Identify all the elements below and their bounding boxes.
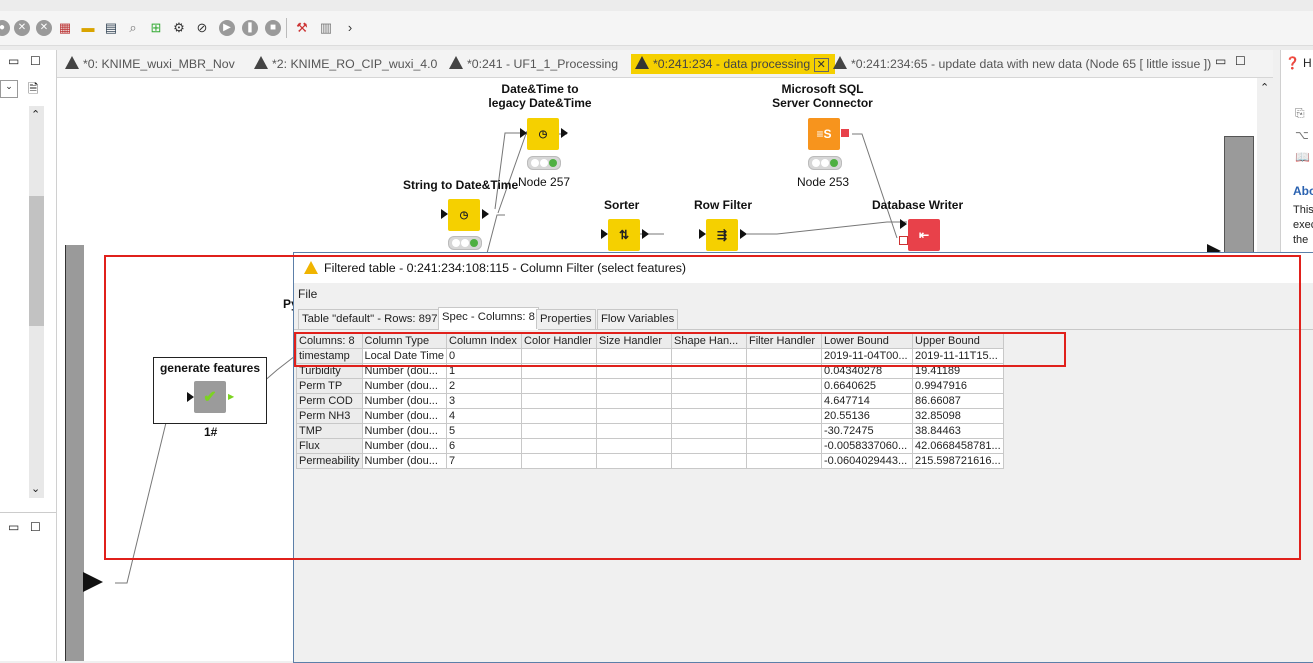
- reset-table-icon[interactable]: ▦: [57, 20, 73, 36]
- metanode-bar: [65, 245, 84, 661]
- tab-data-processing[interactable]: *0:241:234 - data processing ✕: [631, 54, 835, 74]
- about-heading: Abo: [1293, 184, 1313, 198]
- table-view-icon[interactable]: ▤: [103, 20, 119, 36]
- node-title-str-to-dt: String to Date&Time: [403, 178, 519, 192]
- node-row-filter[interactable]: ⇶: [706, 219, 738, 251]
- sort-icon: ⇅: [618, 228, 630, 242]
- maximize-icon-2[interactable]: ☐: [30, 520, 41, 534]
- node-mssql[interactable]: ≡S: [808, 118, 840, 150]
- about-text: This exec the: [1293, 204, 1313, 246]
- configure-icon[interactable]: ⚒: [294, 20, 310, 36]
- warning-icon: [635, 56, 649, 69]
- warning-icon: [833, 56, 847, 69]
- pause-icon[interactable]: ❚: [242, 20, 258, 36]
- step-icon[interactable]: ▶: [219, 20, 235, 36]
- dropdown-chevron-icon[interactable]: ⌄: [0, 80, 18, 98]
- out-port[interactable]: [561, 128, 568, 138]
- chevron-right-icon[interactable]: ›: [342, 20, 358, 36]
- node-name-257: Node 257: [518, 175, 571, 189]
- conn-str-to-legacy: [497, 130, 528, 214]
- show-node-id-icon[interactable]: ⚙: [171, 20, 187, 36]
- highlight-box-row: [294, 332, 1066, 367]
- hierarchy-icon[interactable]: ⌥: [1295, 128, 1309, 142]
- conn-filter-to-writer: [747, 221, 907, 235]
- tab-ro-cip[interactable]: *2: KNIME_RO_CIP_wuxi_4.0: [254, 54, 437, 74]
- maximize-icon[interactable]: ☐: [30, 54, 41, 68]
- scroll-thumb[interactable]: [29, 196, 44, 326]
- in-port[interactable]: [699, 229, 706, 239]
- scroll-up-icon[interactable]: ⌃: [31, 108, 40, 121]
- help-label: H: [1303, 56, 1312, 70]
- cancel-icon[interactable]: ✕: [36, 20, 52, 36]
- tab-update-data[interactable]: *0:241:234:65 - update data with new dat…: [833, 54, 1211, 74]
- node-sorter[interactable]: ⇅: [608, 219, 640, 251]
- status-lights: [808, 156, 842, 170]
- scroll-up-icon[interactable]: ⌃: [1260, 81, 1269, 94]
- node-title-sorter: Sorter: [604, 198, 640, 212]
- out-port[interactable]: [482, 209, 489, 219]
- db-in-port[interactable]: [899, 236, 908, 245]
- scroll-down-icon[interactable]: ⌄: [31, 482, 40, 495]
- tab-uf1-processing[interactable]: *0:241 - UF1_1_Processing: [449, 54, 618, 74]
- status-lights: [527, 156, 561, 170]
- out-port-large[interactable]: [83, 572, 103, 592]
- clock-icon: ◷: [459, 209, 469, 221]
- minimize-icon[interactable]: ▭: [8, 54, 19, 68]
- highlight-box-outer: [104, 255, 1301, 560]
- database-icon: ≡S: [816, 127, 832, 141]
- toolbar-separator: [286, 18, 287, 38]
- maximize-editor-icon[interactable]: ☐: [1235, 54, 1246, 68]
- node-title-dt-legacy: Date&Time to legacy Date&Time: [488, 82, 592, 110]
- in-port[interactable]: [441, 209, 448, 219]
- warning-icon: [65, 56, 79, 69]
- node-title-row-filter: Row Filter: [694, 198, 753, 212]
- minimize-icon-2[interactable]: ▭: [8, 520, 19, 534]
- layout-icon[interactable]: ▥: [318, 20, 334, 36]
- book-icon[interactable]: 📖: [1295, 150, 1310, 164]
- stop-icon[interactable]: ■: [265, 20, 281, 36]
- node-db-writer[interactable]: ⇤: [908, 219, 940, 251]
- panel-divider: [0, 512, 56, 513]
- out-port[interactable]: [642, 229, 649, 239]
- clock-icon: ◷: [538, 128, 548, 140]
- editor-tab-bar: *0: KNIME_wuxi_MBR_Nov *2: KNIME_RO_CIP_…: [57, 50, 1273, 78]
- node-title-mssql: Microsoft SQL Server Connector: [772, 82, 873, 110]
- zoom-icon[interactable]: ⌕: [125, 20, 141, 36]
- db-out-port[interactable]: [841, 129, 849, 137]
- node-dt-legacy[interactable]: ◷: [527, 118, 559, 150]
- annotation-icon[interactable]: ▬: [80, 20, 96, 36]
- help-icon[interactable]: ❓: [1285, 56, 1300, 70]
- canvas-scrollbar[interactable]: ⌃: [1257, 78, 1273, 253]
- filter-icon: ⇶: [716, 228, 728, 242]
- document-icon[interactable]: 🗎: [28, 80, 38, 102]
- node-name-253: Node 253: [797, 175, 850, 189]
- close-tab-icon[interactable]: ✕: [813, 58, 829, 72]
- cancel-all-icon[interactable]: ✕: [14, 20, 30, 36]
- warning-icon: [449, 56, 463, 69]
- status-lights: [448, 236, 482, 250]
- warning-icon: [254, 56, 268, 69]
- database-write-icon: ⇤: [918, 228, 930, 242]
- in-port[interactable]: [601, 229, 608, 239]
- left-scrollbar[interactable]: ⌃ ⌄: [29, 106, 44, 498]
- in-port[interactable]: [520, 128, 527, 138]
- tab-mbr-nov[interactable]: *0: KNIME_wuxi_MBR_Nov: [65, 54, 235, 74]
- node-title-db-writer: Database Writer: [872, 198, 964, 212]
- minimize-editor-icon[interactable]: ▭: [1215, 54, 1226, 68]
- out-port[interactable]: [740, 229, 747, 239]
- left-panel: ▭ ☐ ⌄ 🗎 ⌃ ⌄ ▭ ☐: [0, 50, 57, 661]
- hide-name-icon[interactable]: ⊘: [194, 20, 210, 36]
- add-icon[interactable]: ⊞: [148, 20, 164, 36]
- copy-icon[interactable]: ⎘: [1295, 106, 1305, 121]
- node-str-to-dt[interactable]: ◷: [448, 199, 480, 231]
- in-port[interactable]: [900, 219, 907, 229]
